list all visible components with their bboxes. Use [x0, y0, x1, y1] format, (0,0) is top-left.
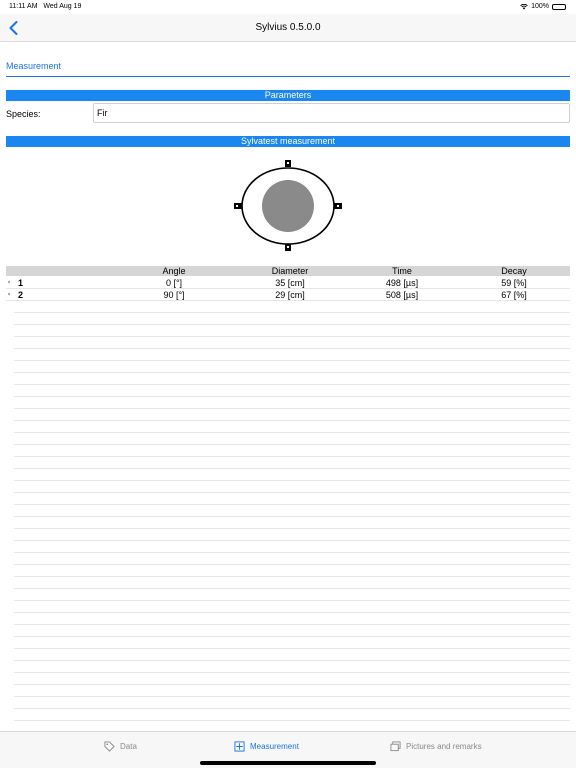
cell-time: 508 [µs]	[385, 290, 419, 300]
cell-angle: 90 [°]	[163, 290, 185, 300]
tab-data-label: Data	[120, 742, 137, 751]
row-number: 1	[18, 278, 24, 288]
home-indicator	[200, 761, 376, 765]
cell-angle: 0 [°]	[165, 278, 183, 288]
table-row[interactable]: 2 90 [°] 29 [cm] 508 [µs] 67 [%]	[6, 289, 570, 301]
status-time: 11:11 AM	[9, 3, 38, 10]
header-time: Time	[392, 266, 412, 276]
tab-pictures-label: Pictures and remarks	[406, 742, 482, 751]
cell-diameter: 35 [cm]	[275, 278, 305, 288]
tab-pictures-and-remarks[interactable]: Pictures and remarks	[390, 741, 482, 752]
trunk-section-diagram	[234, 160, 342, 251]
row-bullet	[8, 281, 10, 283]
empty-table-rows	[14, 301, 570, 728]
header-decay: Decay	[501, 266, 527, 276]
species-label: Species:	[6, 109, 41, 119]
species-field[interactable]: Fir	[93, 103, 570, 123]
cell-time: 498 [µs]	[385, 278, 419, 288]
row-number: 2	[18, 290, 24, 300]
parameters-banner: Parameters	[6, 90, 570, 101]
sensor-top[interactable]	[285, 160, 291, 167]
cell-diameter: 29 [cm]	[275, 290, 305, 300]
header-angle: Angle	[162, 266, 186, 276]
status-time-date: 11:11 AM Wed Aug 19	[9, 3, 81, 10]
pictures-icon	[390, 741, 401, 752]
navigation-bar: Sylvius 0.5.0.0	[0, 14, 576, 42]
tab-data[interactable]: Data	[104, 741, 137, 752]
wifi-icon	[520, 3, 528, 9]
cell-decay: 67 [%]	[501, 290, 527, 300]
status-date: Wed Aug 19	[43, 3, 82, 10]
status-indicators: 100%	[520, 3, 566, 10]
row-bullet	[8, 293, 10, 295]
tab-measurement-section[interactable]: Measurement	[6, 61, 61, 71]
cell-decay: 59 [%]	[501, 278, 527, 288]
tab-measurement-label: Measurement	[250, 742, 299, 751]
tab-measurement[interactable]: Measurement	[234, 741, 299, 752]
section-underline	[6, 76, 570, 77]
sensor-right[interactable]	[334, 203, 342, 209]
table-header: Angle Diameter Time Decay	[6, 266, 570, 276]
trunk-core	[262, 180, 314, 232]
battery-percent: 100%	[531, 3, 549, 10]
tag-icon	[104, 741, 115, 752]
sylvatest-banner: Sylvatest measurement	[6, 136, 570, 147]
sensor-left[interactable]	[234, 203, 242, 209]
measurement-icon	[234, 741, 245, 752]
table-row[interactable]: 1 0 [°] 35 [cm] 498 [µs] 59 [%]	[6, 277, 570, 289]
tab-bar: Data Measurement Pictures and remarks	[0, 731, 576, 768]
status-bar: 11:11 AM Wed Aug 19 100%	[0, 0, 576, 14]
header-diameter: Diameter	[271, 266, 309, 276]
battery-icon	[552, 3, 566, 10]
sensor-bottom[interactable]	[285, 244, 291, 251]
nav-title: Sylvius 0.5.0.0	[255, 22, 321, 33]
